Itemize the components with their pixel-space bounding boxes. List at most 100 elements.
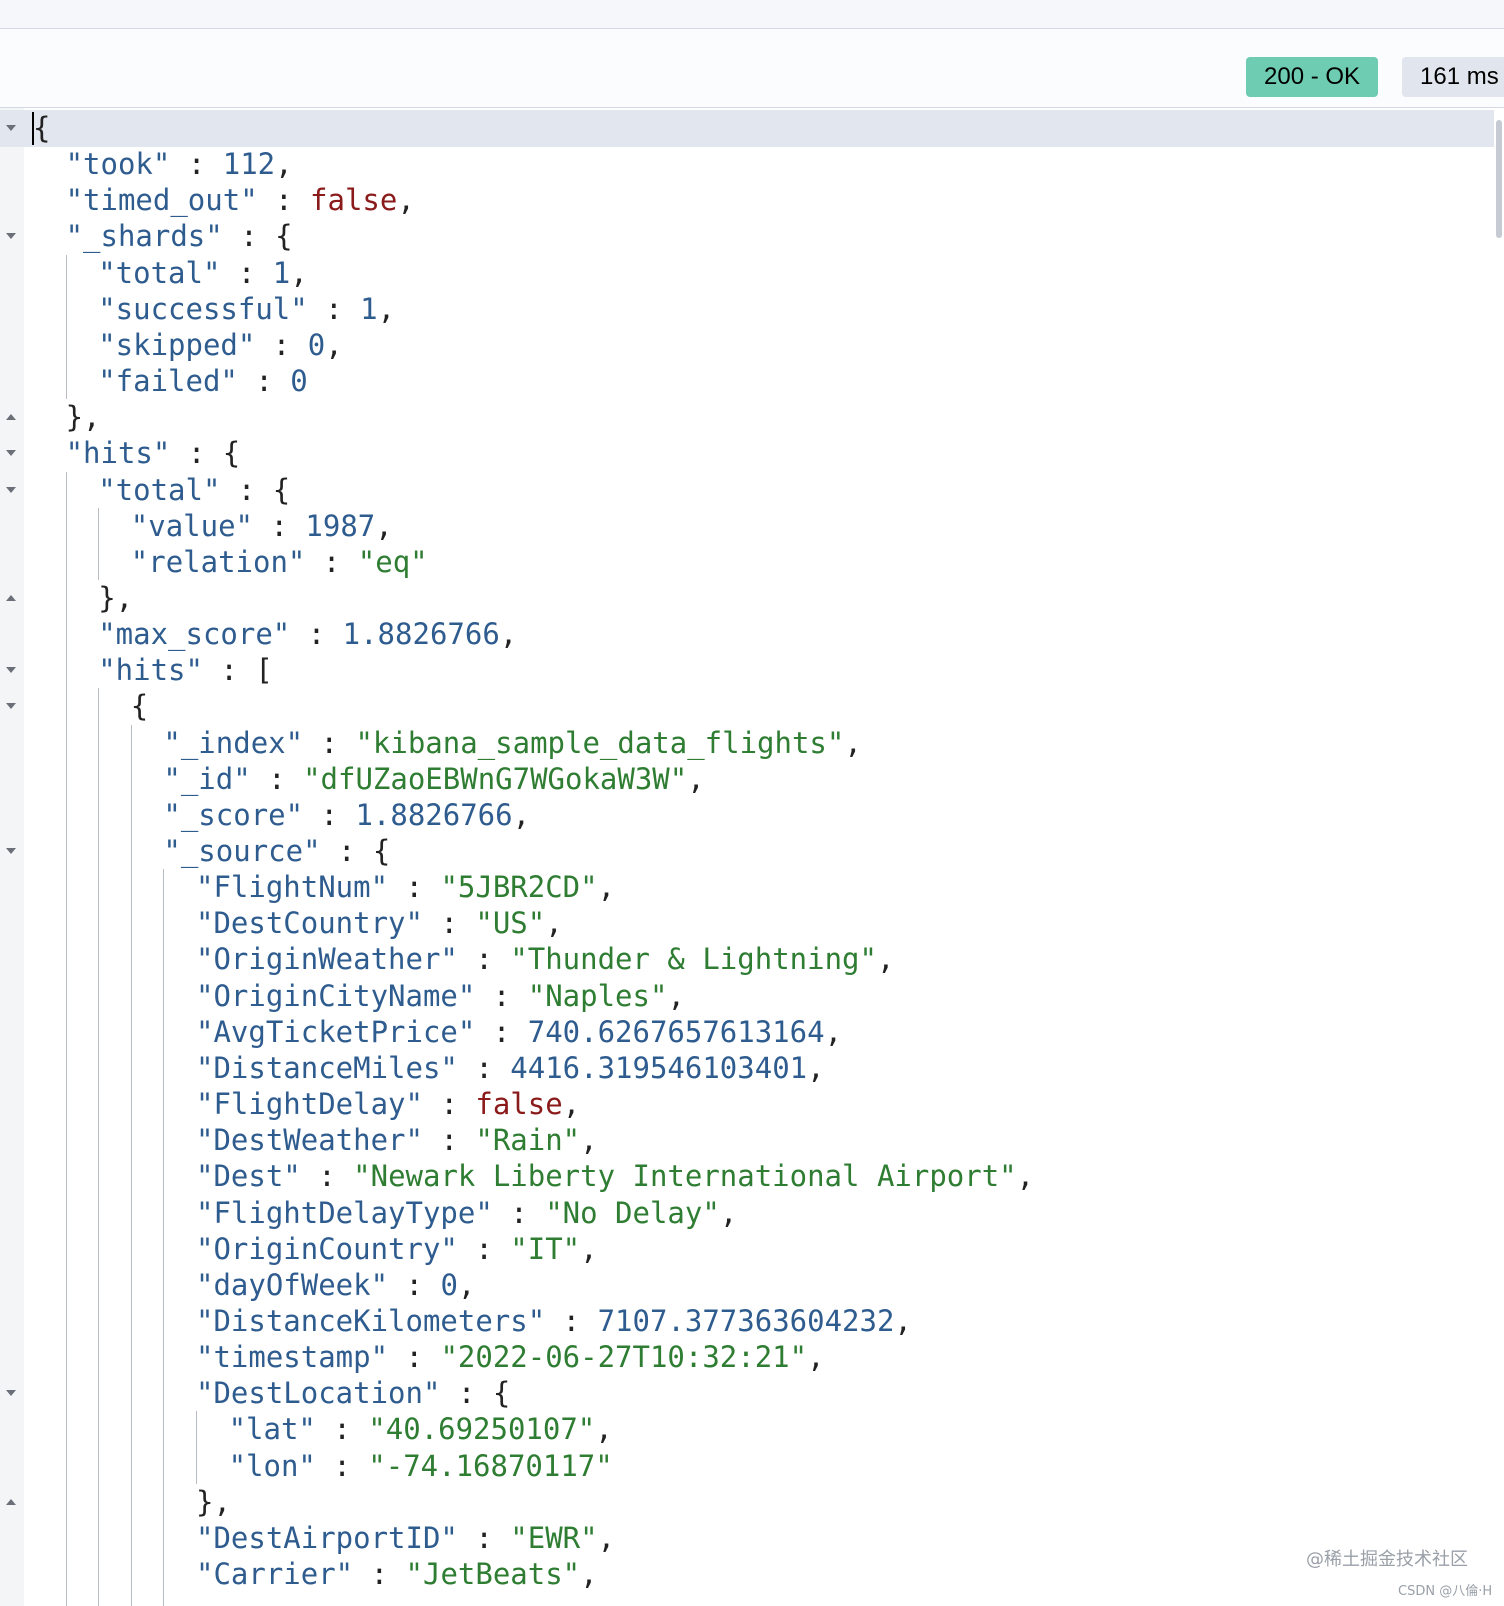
top-toolbar xyxy=(0,0,1504,29)
json-number: 4416.319546103401 xyxy=(510,1050,808,1085)
json-punctuation: : xyxy=(237,364,291,399)
json-punctuation: : xyxy=(422,1123,476,1158)
code-line: "dayOfWeek" : 0, xyxy=(196,1267,475,1304)
json-punctuation: : xyxy=(300,1159,354,1194)
json-punctuation: , xyxy=(325,327,343,362)
json-number: 7107.377363604232 xyxy=(597,1303,895,1338)
code-line: "skipped" : 0, xyxy=(98,327,342,364)
indent-guide xyxy=(65,254,67,400)
json-string: "5JBR2CD" xyxy=(440,870,598,905)
json-key: "FlightNum" xyxy=(196,870,389,905)
json-punctuation: : xyxy=(253,508,306,543)
indent-guide xyxy=(196,1411,197,1484)
fold-collapse-icon[interactable] xyxy=(6,667,16,674)
json-punctuation: : [ xyxy=(202,653,273,688)
json-key: "timestamp" xyxy=(196,1340,389,1375)
json-punctuation: }, xyxy=(65,400,101,435)
json-punctuation: : xyxy=(353,1557,406,1591)
json-key: "total" xyxy=(98,255,221,290)
fold-collapse-icon[interactable] xyxy=(6,486,16,493)
code-line: "max_score" : 1.8826766, xyxy=(98,616,517,653)
code-line: "total" : 1, xyxy=(98,255,308,292)
fold-collapse-icon[interactable] xyxy=(6,125,16,131)
json-number: 0 xyxy=(307,327,326,362)
code-line: "_index" : "kibana_sample_data_flights", xyxy=(163,725,861,762)
json-key: "_index" xyxy=(163,725,304,760)
json-string: "dfUZaoEBWnG7WGokaW3W" xyxy=(303,761,688,796)
json-punctuation: , xyxy=(512,797,531,832)
code-line: "took" : 112, xyxy=(66,146,293,183)
indent-guide xyxy=(163,869,165,1606)
json-punctuation: }, xyxy=(98,580,134,615)
json-punctuation: , xyxy=(1016,1159,1035,1194)
json-punctuation: : xyxy=(170,147,223,182)
indent-guide xyxy=(98,688,100,1606)
json-key: "relation" xyxy=(130,544,306,579)
json-punctuation: , xyxy=(397,183,415,218)
json-punctuation: : xyxy=(422,906,476,941)
code-line: "relation" : "eq" xyxy=(131,544,428,581)
json-punctuation: , xyxy=(807,1340,825,1375)
json-punctuation: , xyxy=(597,1520,616,1555)
json-punctuation: : { xyxy=(320,834,391,868)
json-string: "No Delay" xyxy=(545,1195,720,1230)
json-punctuation: : xyxy=(457,942,511,977)
json-punctuation: , xyxy=(687,761,705,796)
json-punctuation: , xyxy=(719,1195,738,1230)
fold-collapse-icon[interactable] xyxy=(6,703,16,710)
json-number: 1987 xyxy=(305,508,376,543)
code-line: "OriginWeather" : "Thunder & Lightning", xyxy=(196,941,894,978)
vertical-scrollbar[interactable] xyxy=(1494,108,1504,1606)
json-key: "_id" xyxy=(163,761,251,796)
json-punctuation: , xyxy=(499,617,518,652)
code-line: }, xyxy=(98,580,133,617)
json-punctuation: , xyxy=(667,978,685,1013)
json-key: "_shards" xyxy=(65,219,223,254)
json-key: "_source" xyxy=(163,834,321,868)
code-line: "lon" : "-74.16870117" xyxy=(229,1448,613,1485)
json-key: "timed_out" xyxy=(65,183,258,218)
code-line: "DestCountry" : "US", xyxy=(196,905,563,942)
fold-expand-icon[interactable] xyxy=(6,1498,16,1505)
code-line: "hits" : { xyxy=(66,435,241,472)
json-number: 740.6267657613164 xyxy=(527,1014,825,1049)
json-punctuation: , xyxy=(824,1014,843,1049)
json-punctuation: : xyxy=(457,1231,511,1266)
fold-collapse-icon[interactable] xyxy=(6,1390,16,1397)
json-key: "lon" xyxy=(228,1448,316,1483)
code-line: "DistanceKilometers" : 7107.377363604232… xyxy=(196,1303,912,1340)
code-line: "_shards" : { xyxy=(66,218,293,255)
json-punctuation: : xyxy=(492,1195,546,1230)
indent-guide xyxy=(98,507,100,580)
code-line: "FlightDelayType" : "No Delay", xyxy=(196,1195,737,1232)
json-punctuation: : xyxy=(307,291,361,326)
fold-collapse-icon[interactable] xyxy=(6,450,16,457)
fold-expand-icon[interactable] xyxy=(6,594,16,601)
editor-gutter xyxy=(0,108,24,1606)
scrollbar-thumb[interactable] xyxy=(1496,120,1502,238)
code-line: { xyxy=(131,688,148,725)
watermark-credit: CSDN @八倫·H xyxy=(1398,1584,1493,1599)
code-line: "DistanceMiles" : 4416.319546103401, xyxy=(196,1050,825,1087)
code-line: "AvgTicketPrice" : 740.6267657613164, xyxy=(196,1014,842,1051)
fold-collapse-icon[interactable] xyxy=(6,848,16,854)
json-punctuation: : xyxy=(220,255,273,290)
indent-guide xyxy=(65,471,67,1606)
json-punctuation: : { xyxy=(440,1376,511,1411)
json-punctuation: : xyxy=(250,761,304,796)
json-punctuation: : xyxy=(305,544,358,579)
json-punctuation: , xyxy=(580,1123,598,1158)
json-number: 1.8826766 xyxy=(355,797,513,832)
fold-collapse-icon[interactable] xyxy=(6,233,16,240)
json-number: 1 xyxy=(360,291,378,326)
json-key: "Carrier" xyxy=(196,1557,354,1591)
active-line-highlight xyxy=(0,110,1494,147)
json-punctuation: , xyxy=(580,1231,598,1266)
json-key: "DestLocation" xyxy=(196,1376,441,1411)
code-line: "hits" : [ xyxy=(98,652,273,689)
response-output-editor[interactable]: {"took" : 112, "timed_out" : false, "_shar… xyxy=(0,108,1504,1606)
fold-expand-icon[interactable] xyxy=(6,414,16,421)
json-punctuation: : { xyxy=(222,219,293,254)
code-line: }, xyxy=(66,399,101,436)
json-key: "hits" xyxy=(98,653,203,688)
